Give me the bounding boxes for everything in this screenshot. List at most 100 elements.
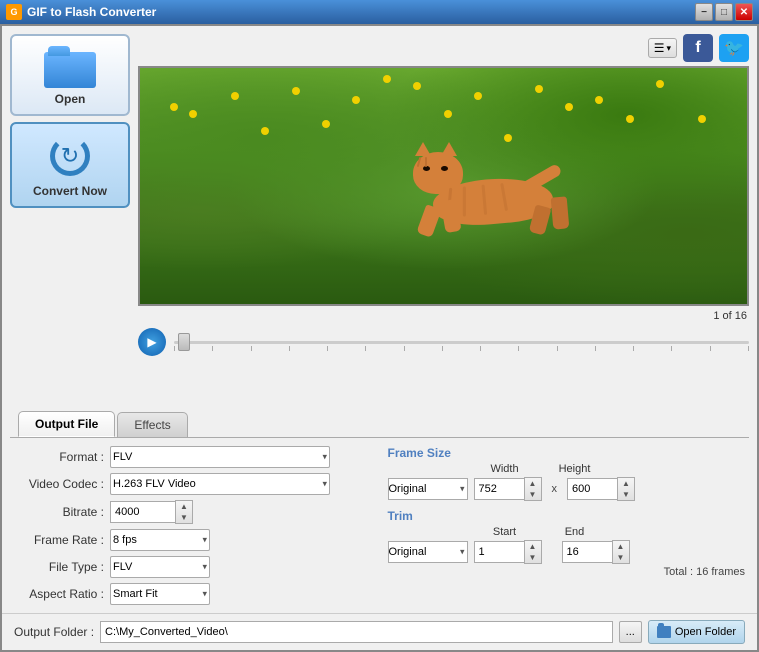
height-spin-buttons: ▲ ▼ [617, 477, 635, 501]
app-icon: G [6, 4, 22, 20]
trim-start-input[interactable] [474, 541, 524, 563]
facebook-button[interactable]: f [683, 34, 713, 62]
list-view-button[interactable]: ☰ ▾ [648, 38, 677, 58]
timeline-marker [633, 346, 634, 351]
bitrate-spin-buttons: ▲ ▼ [175, 500, 193, 524]
file-type-select[interactable]: FLVSWFAVIMP4 [110, 556, 210, 578]
timeline-marker [404, 346, 405, 351]
tab-output-file[interactable]: Output File [18, 411, 115, 437]
width-spin-up[interactable]: ▲ [525, 478, 541, 489]
end-label: End [550, 526, 600, 538]
aspect-ratio-row: Aspect Ratio : Smart FitKeep RatioStretc… [14, 583, 372, 605]
play-button[interactable] [138, 328, 166, 356]
trim-select[interactable]: OriginalCustom [388, 541, 468, 563]
trim-start-spin-buttons: ▲ ▼ [524, 540, 542, 564]
flower [170, 103, 178, 111]
trim-preset-container: OriginalCustom ▾ [388, 541, 468, 563]
bitrate-input[interactable] [110, 501, 175, 523]
content-area: Open ↻ Convert Now ☰ ▾ f 🐦 [2, 26, 757, 407]
flower [626, 115, 634, 123]
flower [383, 75, 391, 83]
tab-effects[interactable]: Effects [117, 412, 187, 437]
titlebar: G GIF to Flash Converter − □ ✕ [0, 0, 759, 24]
trim-start-spin-up[interactable]: ▲ [525, 541, 541, 552]
width-spin-buttons: ▲ ▼ [524, 477, 542, 501]
open-label: Open [55, 92, 86, 106]
timeline-marker [480, 346, 481, 351]
trim-end-spin-buttons: ▲ ▼ [612, 540, 630, 564]
trim-end-input[interactable] [562, 541, 612, 563]
height-spin-up[interactable]: ▲ [618, 478, 634, 489]
aspect-ratio-select[interactable]: Smart FitKeep RatioStretch [110, 583, 210, 605]
list-icon: ☰ [654, 41, 665, 55]
flower [565, 103, 573, 111]
open-button[interactable]: Open [10, 34, 130, 116]
timeline-marker [289, 346, 290, 351]
flower [413, 82, 421, 90]
preview-top-bar: ☰ ▾ f 🐦 [138, 34, 749, 62]
trim-total: Total : 16 frames [388, 566, 746, 578]
video-codec-row: Video Codec : H.263 FLV VideoH.264 AVC V… [14, 473, 372, 495]
trim-labels-row: Start End [388, 526, 746, 538]
convert-now-button[interactable]: ↻ Convert Now [10, 122, 130, 208]
timeline-markers [174, 346, 749, 351]
settings-left: Format : FLVSWFAVIMP4 ▾ Video Codec : H.… [14, 446, 372, 605]
height-spinner: ▲ ▼ [567, 477, 635, 501]
timeline-marker [671, 346, 672, 351]
flower [535, 85, 543, 93]
file-type-row: File Type : FLVSWFAVIMP4 ▾ [14, 556, 372, 578]
minimize-button[interactable]: − [695, 3, 713, 21]
open-folder-button[interactable]: Open Folder [648, 620, 745, 644]
flower [292, 87, 300, 95]
trim-end-spin-down[interactable]: ▼ [613, 552, 629, 563]
sidebar: Open ↻ Convert Now [10, 34, 130, 399]
cat-leg-back-right [551, 196, 570, 229]
output-path-input[interactable] [100, 621, 613, 643]
frame-rate-row: Frame Rate : 8 fps12 fps15 fps24 fps30 f… [14, 529, 372, 551]
width-spinner: ▲ ▼ [474, 477, 542, 501]
bitrate-row: Bitrate : ▲ ▼ [14, 500, 372, 524]
frame-size-preset-container: OriginalCustom160x120320x240640x480 ▾ [388, 478, 468, 500]
maximize-button[interactable]: □ [715, 3, 733, 21]
close-button[interactable]: ✕ [735, 3, 753, 21]
flower [352, 96, 360, 104]
playback-bar [138, 326, 749, 358]
frame-size-select[interactable]: OriginalCustom160x120320x240640x480 [388, 478, 468, 500]
window-title: GIF to Flash Converter [27, 5, 695, 19]
file-type-label: File Type : [14, 560, 104, 574]
bitrate-label: Bitrate : [14, 505, 104, 519]
trim-end-spinner: ▲ ▼ [562, 540, 630, 564]
trim-start-spin-down[interactable]: ▼ [525, 552, 541, 563]
folder-icon [44, 44, 96, 88]
convert-now-label: Convert Now [33, 184, 107, 198]
bitrate-spinner: ▲ ▼ [110, 500, 193, 524]
output-bar: Output Folder : ... Open Folder [2, 613, 757, 650]
flower [444, 110, 452, 118]
height-spin-down[interactable]: ▼ [618, 489, 634, 500]
timeline-marker [595, 346, 596, 351]
timeline-marker [748, 346, 749, 351]
twitter-button[interactable]: 🐦 [719, 34, 749, 62]
bitrate-spin-down[interactable]: ▼ [176, 512, 192, 523]
video-codec-select[interactable]: H.263 FLV VideoH.264 AVC VideoVP6 Video [110, 473, 330, 495]
trim-end-spin-up[interactable]: ▲ [613, 541, 629, 552]
flower [595, 96, 603, 104]
width-spin-down[interactable]: ▼ [525, 489, 541, 500]
timeline-marker [710, 346, 711, 351]
height-label: Height [550, 463, 600, 475]
timeline[interactable] [174, 334, 749, 350]
timeline-marker [251, 346, 252, 351]
main-window: Open ↻ Convert Now ☰ ▾ f 🐦 [0, 24, 759, 652]
frame-rate-select[interactable]: 8 fps12 fps15 fps24 fps30 fps [110, 529, 210, 551]
format-row: Format : FLVSWFAVIMP4 ▾ [14, 446, 372, 468]
settings-right: Frame Size Width Height OriginalCustom16… [388, 446, 746, 605]
bitrate-spin-up[interactable]: ▲ [176, 501, 192, 512]
window-controls: − □ ✕ [695, 3, 753, 21]
flower [698, 115, 706, 123]
format-select[interactable]: FLVSWFAVIMP4 [110, 446, 330, 468]
width-input[interactable] [474, 478, 524, 500]
browse-button[interactable]: ... [619, 621, 642, 643]
wh-labels-row: Width Height [388, 463, 746, 475]
height-input[interactable] [567, 478, 617, 500]
cat-leg-front-left [416, 204, 441, 238]
